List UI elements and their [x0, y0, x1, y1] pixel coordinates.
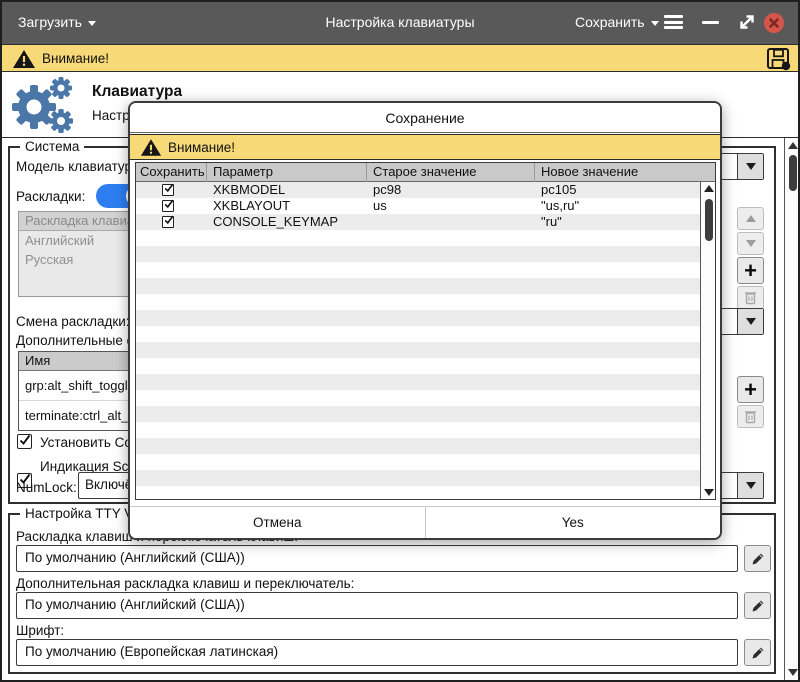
- new-value-cell: "us,ru": [541, 198, 579, 214]
- move-down-button[interactable]: [737, 232, 764, 255]
- param-cell: XKBMODEL: [213, 182, 285, 198]
- row-checkbox[interactable]: [162, 184, 174, 196]
- cancel-button[interactable]: Отмена: [130, 507, 426, 538]
- chevron-down-icon: [746, 482, 756, 489]
- table-row[interactable]: XKBLAYOUT us "us,ru": [136, 198, 700, 214]
- pencil-icon: [750, 598, 766, 614]
- param-cell: XKBLAYOUT: [213, 198, 290, 214]
- chevron-down-icon: [746, 318, 756, 325]
- check-icon: [19, 434, 31, 446]
- dropdown-button[interactable]: [737, 309, 763, 334]
- menu-hamburger-icon[interactable]: [664, 15, 683, 29]
- edit-tty-font-button[interactable]: [744, 639, 771, 666]
- delete-layout-button[interactable]: [737, 286, 764, 309]
- tty-layout-field[interactable]: По умолчанию (Английский (США)): [16, 545, 738, 572]
- dialog-title: Сохранение: [130, 103, 720, 133]
- delete-combo-button[interactable]: [737, 405, 764, 428]
- arrow-down-icon: [746, 240, 756, 247]
- check-icon: [164, 215, 174, 225]
- save-menu-button[interactable]: Сохранить: [575, 0, 659, 44]
- new-value-cell: "ru": [541, 214, 562, 230]
- expand-icon: [737, 12, 757, 32]
- row-checkbox[interactable]: [162, 200, 174, 212]
- dialog-warning-text: Внимание!: [168, 140, 235, 155]
- old-value-cell: pc98: [373, 182, 401, 198]
- old-value-cell: us: [373, 198, 387, 214]
- trash-icon: [744, 290, 757, 305]
- keyboard-settings-window: Загрузить Настройка клавиатуры Сохранить: [0, 0, 800, 682]
- scroll-down-icon[interactable]: [704, 489, 714, 496]
- new-value-cell: pc105: [541, 182, 576, 198]
- scroll-up-icon[interactable]: [788, 142, 798, 149]
- scroll-down-icon[interactable]: [788, 669, 798, 676]
- tty-font-field[interactable]: По умолчанию (Европейская латинская): [16, 639, 738, 666]
- layouts-label: Раскладки:: [16, 189, 85, 204]
- param-cell: CONSOLE_KEYMAP: [213, 214, 338, 230]
- check-icon: [164, 199, 174, 209]
- dialog-warning-bar: Внимание!: [130, 134, 720, 160]
- save-menu-label: Сохранить: [575, 14, 645, 30]
- chevron-down-icon: [746, 163, 756, 170]
- column-header-old: Старое значение: [373, 163, 477, 182]
- dialog-buttons: Отмена Yes: [130, 506, 720, 538]
- dropdown-button[interactable]: [737, 154, 763, 179]
- floppy-save-icon: [766, 47, 792, 71]
- column-header-param: Параметр: [213, 163, 273, 182]
- column-header-save: Сохранить: [140, 163, 205, 182]
- yes-button[interactable]: Yes: [426, 507, 721, 538]
- table-row[interactable]: CONSOLE_KEYMAP "ru": [136, 214, 700, 230]
- scrollbar-thumb[interactable]: [705, 199, 713, 241]
- plus-icon: +: [744, 261, 757, 281]
- keyboard-model-label: Модель клавиатуры:: [16, 159, 145, 174]
- edit-tty-layout-button[interactable]: [744, 545, 771, 572]
- compose-checkbox[interactable]: [17, 434, 32, 449]
- pencil-icon: [750, 551, 766, 567]
- warning-icon: [12, 49, 36, 69]
- minimize-button[interactable]: [702, 21, 719, 24]
- dropdown-button[interactable]: [737, 473, 763, 498]
- close-icon: [764, 13, 784, 33]
- plus-icon: +: [744, 380, 757, 400]
- column-header-new: Новое значение: [541, 163, 638, 182]
- pencil-icon: [750, 645, 766, 661]
- tty-extra-layout-field[interactable]: По умолчанию (Английский (США)): [16, 592, 738, 619]
- table-header: Сохранить Параметр Старое значение Новое…: [136, 163, 715, 182]
- chevron-down-icon: [651, 21, 659, 26]
- titlebar: Загрузить Настройка клавиатуры Сохранить: [0, 0, 800, 44]
- arrow-up-icon: [746, 215, 756, 222]
- trash-icon: [744, 409, 757, 424]
- add-layout-button[interactable]: +: [737, 257, 764, 284]
- system-legend: Система: [20, 139, 84, 154]
- save-changes-button[interactable]: [766, 47, 792, 71]
- tty-extra-layout-label: Дополнительная раскладка клавиш и перекл…: [16, 576, 354, 591]
- main-scrollbar[interactable]: [784, 138, 799, 681]
- close-button[interactable]: [764, 13, 784, 33]
- changes-table: Сохранить Параметр Старое значение Новое…: [135, 162, 716, 500]
- check-icon: [164, 183, 174, 193]
- page-title: Клавиатура: [92, 83, 182, 101]
- warning-text: Внимание!: [42, 51, 109, 66]
- table-scrollbar[interactable]: [700, 182, 715, 499]
- maximize-button[interactable]: [737, 12, 757, 37]
- row-checkbox[interactable]: [162, 216, 174, 228]
- table-row[interactable]: XKBMODEL pc98 pc105: [136, 182, 700, 198]
- scroll-up-icon[interactable]: [704, 185, 714, 192]
- warning-bar: Внимание!: [0, 44, 800, 72]
- scrollbar-thumb[interactable]: [789, 155, 797, 191]
- add-combo-button[interactable]: +: [737, 376, 764, 403]
- warning-icon: [140, 138, 162, 157]
- edit-tty-extra-layout-button[interactable]: [744, 592, 771, 619]
- numlock-label: NumLock:: [16, 480, 77, 495]
- move-up-button[interactable]: [737, 207, 764, 230]
- save-dialog: Сохранение Внимание! Сохранить Параметр …: [128, 101, 722, 540]
- table-body: XKBMODEL pc98 pc105 XKBLAYOUT us "us,ru": [136, 182, 700, 499]
- tty-font-label: Шрифт:: [16, 623, 64, 638]
- layout-switch-label: Смена раскладки:: [16, 314, 130, 329]
- gears-icon: [8, 77, 80, 135]
